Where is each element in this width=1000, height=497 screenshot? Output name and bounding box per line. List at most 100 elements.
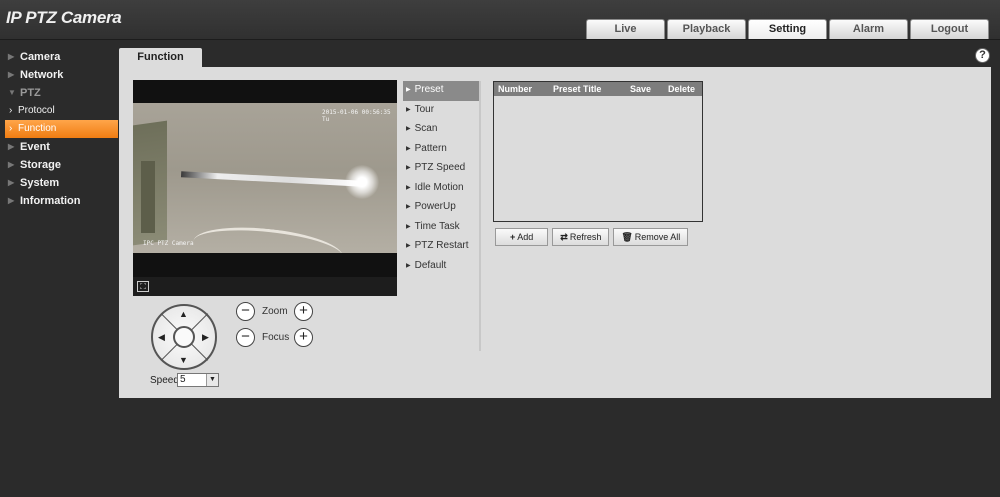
sidebar-item-storage[interactable]: ▶ Storage xyxy=(0,156,118,174)
remove-all-button-label: Remove All xyxy=(634,232,681,242)
remove-all-button[interactable]: 🗑 Remove All xyxy=(613,228,689,246)
zoom-out-button[interactable]: − xyxy=(236,302,255,321)
scene-curve xyxy=(191,221,345,253)
fn-item-scan[interactable]: ▶ Scan xyxy=(403,120,479,140)
function-panel: 2015-01-06 00:56:35 Tu IPC PTZ Camera ⛶ … xyxy=(119,67,991,398)
sidebar-item-ptz[interactable]: ▼ PTZ xyxy=(0,84,118,102)
tab-playback[interactable]: Playback xyxy=(667,19,746,39)
chevron-down-icon[interactable]: ▼ xyxy=(206,374,218,386)
fn-item-idle-motion[interactable]: ▶ Idle Motion xyxy=(403,179,479,199)
focus-in-button[interactable]: + xyxy=(294,328,313,347)
refresh-button-label: Refresh xyxy=(569,232,602,242)
scene-shelf xyxy=(141,161,155,233)
fn-item-label: Idle Motion xyxy=(414,181,464,193)
caret-right-icon: ▶ xyxy=(8,160,15,169)
arrow-down-icon[interactable]: ▼ xyxy=(179,355,188,365)
fn-item-label: Pattern xyxy=(414,142,447,154)
fn-item-label: Preset xyxy=(414,84,444,95)
sidebar-item-label: Camera xyxy=(20,51,61,63)
sidebar-item-system[interactable]: ▶ System xyxy=(0,174,118,192)
focus-out-button[interactable]: − xyxy=(236,328,255,347)
caret-right-icon: ▶ xyxy=(406,126,411,132)
zoom-in-button[interactable]: + xyxy=(294,302,313,321)
chevron-right-icon: › xyxy=(9,123,13,134)
col-preset-title: Preset Title xyxy=(553,84,602,94)
fn-item-label: Default xyxy=(414,259,447,271)
caret-right-icon: ▶ xyxy=(406,204,411,210)
trash-icon: 🗑 xyxy=(621,232,633,242)
caret-right-icon: ▶ xyxy=(406,243,411,249)
speed-select[interactable]: 5 ▼ xyxy=(177,373,219,387)
fn-item-label: Time Task xyxy=(414,220,460,232)
focus-label: Focus xyxy=(262,332,290,343)
sidebar-item-camera[interactable]: ▶ Camera xyxy=(0,48,118,66)
caret-right-icon: ▶ xyxy=(8,70,15,79)
caret-right-icon: ▶ xyxy=(8,142,15,151)
sidebar-item-label: System xyxy=(20,177,60,189)
caret-right-icon: ▶ xyxy=(406,262,411,269)
caret-right-icon: ▶ xyxy=(406,87,411,93)
sidebar-item-label: PTZ xyxy=(20,87,41,99)
ptz-direction-pad[interactable]: ▲ ▼ ◀ ▶ xyxy=(151,304,217,370)
col-save: Save xyxy=(630,84,652,94)
fn-item-label: PTZ Restart xyxy=(414,240,469,251)
sidebar-item-label: Network xyxy=(20,69,64,81)
fn-item-tour[interactable]: ▶ Tour xyxy=(403,101,479,121)
fn-item-ptz-speed[interactable]: ▶ PTZ Speed xyxy=(403,159,479,179)
caret-right-icon: ▶ xyxy=(406,106,411,113)
fn-item-label: Scan xyxy=(414,123,438,134)
camera-image: 2015-01-06 00:56:35 Tu IPC PTZ Camera xyxy=(133,103,397,253)
plus-icon: + xyxy=(510,232,516,242)
tab-alarm[interactable]: Alarm xyxy=(829,19,908,39)
speed-value: 5 xyxy=(180,374,186,385)
zoom-label: Zoom xyxy=(262,306,288,317)
add-button[interactable]: + Add xyxy=(495,228,549,246)
caret-right-icon: ▶ xyxy=(406,223,411,230)
preset-table: Number Preset Title Save Delete xyxy=(493,81,703,222)
sidebar-item-network[interactable]: ▶ Network xyxy=(0,66,118,84)
fn-item-preset[interactable]: ▶ Preset xyxy=(403,81,479,101)
arrow-right-icon[interactable]: ▶ xyxy=(202,332,209,343)
sidebar-subitem-protocol[interactable]: › Protocol xyxy=(0,102,118,120)
sidebar-item-information[interactable]: ▶ Information xyxy=(0,192,118,210)
sidebar-item-event[interactable]: ▶ Event xyxy=(0,138,118,156)
caret-right-icon: ▶ xyxy=(406,184,411,191)
fn-item-time-task[interactable]: ▶ Time Task xyxy=(403,218,479,238)
video-camera-name: IPC PTZ Camera xyxy=(143,240,194,247)
tab-setting[interactable]: Setting xyxy=(748,19,827,39)
help-icon[interactable]: ? xyxy=(975,48,990,63)
header-bar: IP PTZ Camera Live Playback Setting Alar… xyxy=(0,0,1000,40)
tab-logout[interactable]: Logout xyxy=(910,19,989,39)
arrow-left-icon[interactable]: ◀ xyxy=(158,332,165,343)
caret-right-icon: ▶ xyxy=(8,178,15,187)
arrow-up-icon[interactable]: ▲ xyxy=(179,309,188,319)
sidebar-subitem-function[interactable]: › Function xyxy=(5,120,118,138)
fn-item-pattern[interactable]: ▶ Pattern xyxy=(403,140,479,160)
video-timestamp: 2015-01-06 00:56:35 Tu xyxy=(322,109,391,123)
table-header: Number Preset Title Save Delete xyxy=(494,82,702,96)
sidebar-item-label: Information xyxy=(20,195,81,207)
function-menu: ▶ Preset ▶ Tour ▶ Scan ▶ Pattern ▶ PTZ Speed … xyxy=(403,81,481,351)
caret-right-icon: ▶ xyxy=(406,165,411,171)
tab-live[interactable]: Live xyxy=(586,19,665,39)
refresh-button[interactable]: ⇄ Refresh xyxy=(552,228,610,246)
app-logo: IP PTZ Camera xyxy=(6,8,122,27)
col-delete: Delete xyxy=(668,84,696,94)
sidebar-item-label: Function xyxy=(18,123,57,134)
content-tab-function[interactable]: Function xyxy=(119,48,202,67)
fn-item-powerup[interactable]: ▶ PowerUp xyxy=(403,198,479,218)
fn-item-ptz-restart[interactable]: ▶ PTZ Restart xyxy=(403,237,479,257)
fn-item-default[interactable]: ▶ Default xyxy=(403,257,479,277)
add-button-label: Add xyxy=(517,232,534,242)
caret-right-icon: ▶ xyxy=(8,196,15,205)
fullscreen-icon[interactable]: ⛶ xyxy=(137,281,149,292)
caret-right-icon: ▶ xyxy=(8,52,15,61)
chevron-right-icon: › xyxy=(9,105,13,116)
sidebar: ▶ Camera ▶ Network ▼ PTZ › Protocol › Functio… xyxy=(0,48,118,210)
dpad-center-button[interactable] xyxy=(173,326,195,348)
caret-right-icon: ▶ xyxy=(406,145,411,152)
sidebar-item-label: Protocol xyxy=(18,105,55,116)
sidebar-item-label: Event xyxy=(20,141,50,153)
fn-item-label: PTZ Speed xyxy=(414,162,466,173)
caret-down-icon: ▼ xyxy=(8,88,16,97)
